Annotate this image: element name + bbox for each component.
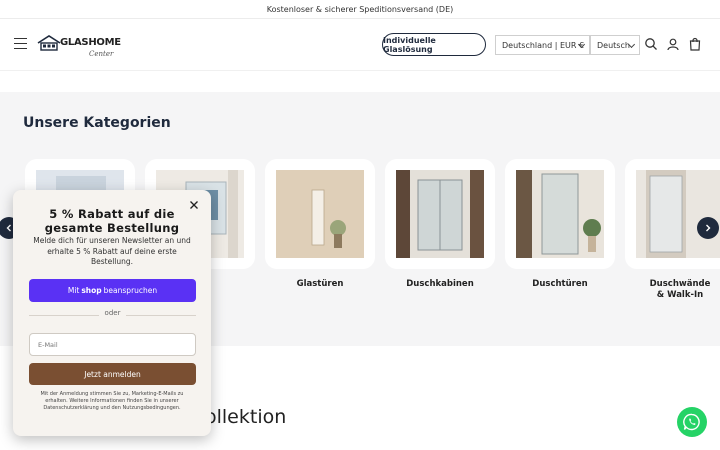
country-currency-select[interactable]: Deutschland | EUR € bbox=[495, 35, 590, 55]
subscribe-button[interactable]: Jetzt anmelden bbox=[29, 363, 196, 385]
whatsapp-button[interactable] bbox=[677, 407, 707, 437]
announcement-bar: Kostenloser & sicherer Speditionsversand… bbox=[0, 0, 720, 19]
shop-pay-button[interactable]: Mit shop beanspruchen bbox=[29, 279, 196, 302]
category-image bbox=[636, 170, 720, 258]
custom-glass-button[interactable]: Individuelle Glaslösung bbox=[382, 33, 486, 56]
popup-title: 5 % Rabatt auf die gesamte Bestellung bbox=[44, 207, 180, 235]
house-logo-icon bbox=[37, 35, 61, 51]
site-header: GLASHOME Center Individuelle Glaslösung … bbox=[0, 19, 720, 71]
country-currency-value: Deutschland | EUR € bbox=[502, 40, 585, 50]
language-select[interactable]: Deutsch bbox=[590, 35, 640, 55]
legal-text: Mit der Anmeldung stimmen Sie zu, Market… bbox=[40, 391, 184, 411]
announcement-text: Kostenloser & sicherer Speditionsversand… bbox=[266, 4, 454, 14]
or-text: oder bbox=[104, 309, 121, 317]
category-label: Glastüren bbox=[296, 279, 344, 289]
collection-title: ollektion bbox=[205, 406, 287, 428]
category-image bbox=[516, 170, 604, 258]
shop-button-brand: shop bbox=[81, 286, 102, 295]
account-icon[interactable] bbox=[666, 37, 680, 51]
shop-button-pre: Mit bbox=[67, 286, 80, 295]
category-label: Duschtüren bbox=[532, 279, 588, 289]
popup-text: Melde dich für unseren Newsletter an und… bbox=[33, 236, 191, 266]
whatsapp-icon bbox=[683, 413, 700, 431]
chevron-left-icon bbox=[6, 224, 11, 232]
logo-text: GLASHOME bbox=[60, 37, 121, 48]
category-label: Duschkabinen bbox=[406, 279, 474, 289]
or-divider: oder bbox=[29, 309, 196, 321]
logo[interactable]: GLASHOME Center bbox=[37, 31, 121, 59]
email-input[interactable] bbox=[29, 333, 196, 356]
menu-icon[interactable] bbox=[14, 38, 27, 50]
cart-icon[interactable] bbox=[688, 37, 702, 51]
search-icon[interactable] bbox=[644, 37, 658, 51]
carousel-next-button[interactable] bbox=[697, 217, 719, 239]
category-card[interactable] bbox=[625, 159, 720, 269]
category-image bbox=[396, 170, 484, 258]
logo-subtext: Center bbox=[89, 50, 114, 58]
category-label: Duschwände & Walk-In bbox=[649, 279, 711, 300]
category-card[interactable] bbox=[505, 159, 615, 269]
category-card[interactable] bbox=[265, 159, 375, 269]
category-card[interactable] bbox=[385, 159, 495, 269]
section-title: Unsere Kategorien bbox=[23, 115, 171, 131]
shop-button-post: beanspruchen bbox=[103, 286, 158, 295]
language-value: Deutsch bbox=[597, 40, 630, 50]
newsletter-popup: 5 % Rabatt auf die gesamte Bestellung Me… bbox=[13, 190, 211, 436]
category-image bbox=[276, 170, 364, 258]
chevron-right-icon bbox=[706, 224, 711, 232]
